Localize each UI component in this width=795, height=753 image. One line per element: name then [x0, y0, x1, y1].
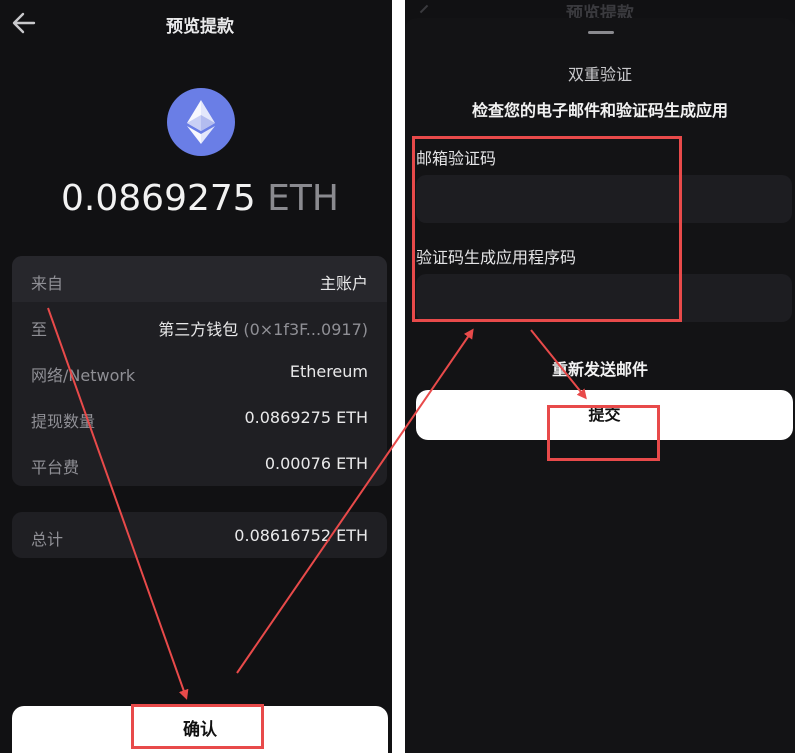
two-factor-screen: 预览提款 双重验证 检查您的电子邮件和验证码生成应用 邮箱验证码 验证码生成应用…: [405, 0, 795, 753]
detail-value: 主账户: [319, 274, 368, 293]
code-fields-highlight-box: [412, 136, 682, 322]
verification-sheet: 双重验证 检查您的电子邮件和验证码生成应用 邮箱验证码 验证码生成应用程序码: [405, 18, 795, 753]
ethereum-icon: [167, 88, 235, 156]
resend-email-link[interactable]: 重新发送邮件: [405, 356, 795, 380]
detail-label: 提现数量: [31, 412, 96, 431]
detail-label: 至: [31, 320, 48, 339]
detail-row-amount: 提现数量 0.0869275 ETH: [12, 394, 387, 440]
total-value: 0.08616752 ETH: [234, 526, 368, 545]
withdraw-amount: 0.0869275 ETH: [0, 178, 392, 219]
submit-highlight-box: [547, 405, 660, 461]
detail-label: 网络/Network: [31, 366, 136, 385]
detail-row-fee: 平台费 0.00076 ETH: [12, 440, 387, 486]
background-page-title: 预览提款: [566, 4, 634, 18]
total-row: 总计 0.08616752 ETH: [12, 512, 387, 558]
withdraw-preview-screen: 预览提款 0.0869275 ETH 来自 主账户 至 第三方钱包 (0×1f3…: [0, 0, 392, 753]
detail-row-from: 来自 主账户: [12, 256, 387, 302]
modal-title: 双重验证: [567, 65, 632, 84]
modal-subtitle: 检查您的电子邮件和验证码生成应用: [471, 101, 728, 120]
amount-value: 0.0869275: [61, 178, 256, 219]
drag-handle[interactable]: [588, 31, 614, 34]
detail-value: 0.0869275 ETH: [244, 408, 368, 427]
detail-label: 平台费: [31, 458, 80, 477]
confirm-highlight-box: [131, 704, 264, 749]
detail-row-to: 至 第三方钱包 (0×1f3F...0917): [12, 302, 387, 348]
detail-value: 第三方钱包 (0×1f3F...0917): [158, 316, 368, 340]
total-label: 总计: [31, 530, 64, 549]
amount-unit: ETH: [267, 178, 339, 219]
detail-label: 来自: [31, 274, 64, 293]
withdraw-details-card: 来自 主账户 至 第三方钱包 (0×1f3F...0917) 网络/Networ…: [12, 256, 387, 486]
detail-value: 0.00076 ETH: [264, 454, 368, 473]
destination-name: 第三方钱包: [158, 320, 239, 339]
destination-address: (0×1f3F...0917): [243, 320, 368, 339]
detail-row-network: 网络/Network Ethereum: [12, 348, 387, 394]
detail-value: Ethereum: [289, 362, 368, 381]
page-title: 预览提款: [166, 17, 234, 37]
